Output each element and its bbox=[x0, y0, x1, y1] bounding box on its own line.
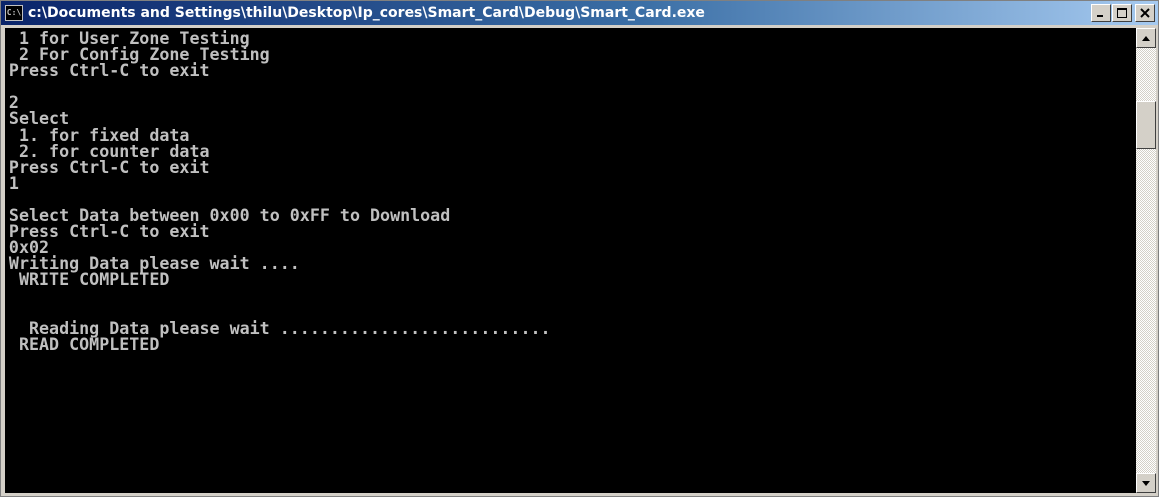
console-text: 1 for User Zone Testing 2 For Config Zon… bbox=[5, 28, 1113, 355]
console-line: WRITE COMPLETED bbox=[8, 270, 170, 291]
maximize-icon bbox=[1117, 8, 1127, 18]
console-line: Press Ctrl-C to exit bbox=[8, 157, 210, 178]
console-line: 1 bbox=[8, 173, 19, 194]
scroll-up-arrow-icon bbox=[1142, 35, 1150, 41]
vertical-scrollbar[interactable] bbox=[1136, 28, 1156, 493]
minimize-icon bbox=[1097, 15, 1103, 17]
console-icon[interactable]: C:\ bbox=[5, 5, 23, 21]
maximize-button[interactable] bbox=[1112, 4, 1132, 22]
scroll-down-arrow-icon bbox=[1142, 480, 1150, 486]
window-controls bbox=[1090, 4, 1155, 22]
minimize-button[interactable] bbox=[1091, 4, 1111, 22]
console-output[interactable]: 1 for User Zone Testing 2 For Config Zon… bbox=[5, 28, 1136, 493]
window-title: c:\Documents and Settings\thilu\Desktop\… bbox=[28, 5, 705, 21]
scrollbar-thumb[interactable] bbox=[1136, 101, 1156, 149]
title-bar[interactable]: C:\ c:\Documents and Settings\thilu\Desk… bbox=[1, 1, 1158, 25]
close-button[interactable] bbox=[1135, 4, 1155, 22]
console-line: Press Ctrl-C to exit bbox=[8, 61, 210, 82]
close-icon bbox=[1140, 8, 1150, 18]
scroll-up-button[interactable] bbox=[1136, 28, 1156, 48]
console-line: READ COMPLETED bbox=[8, 334, 160, 355]
scroll-down-button[interactable] bbox=[1136, 473, 1156, 493]
console-window: C:\ c:\Documents and Settings\thilu\Desk… bbox=[0, 0, 1159, 497]
